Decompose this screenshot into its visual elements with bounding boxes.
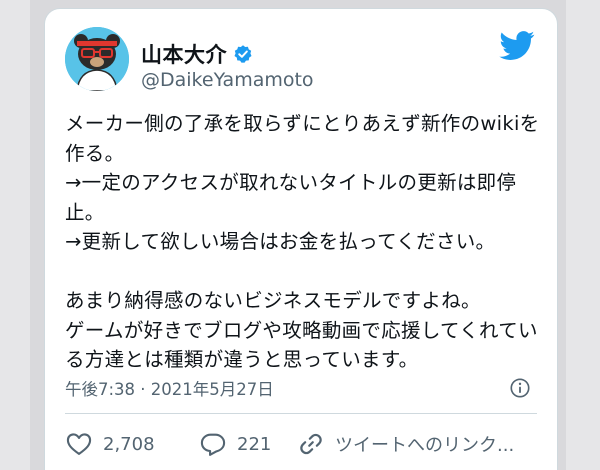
tweet-line (65, 257, 545, 287)
author-name-row[interactable]: 山本大介 (141, 39, 253, 69)
info-icon[interactable] (509, 377, 531, 399)
reply-button[interactable]: 221 (199, 430, 297, 458)
tweet-line: 作る。 (65, 141, 125, 165)
link-icon (300, 433, 322, 455)
tweet-text: メーカー側の了承を取らずにとりあえず新作のwikiを 作る。 →一定のアクセスが… (65, 109, 545, 375)
reply-count: 221 (237, 433, 272, 455)
tweet-line: あまり納得感のないビジネスモデルですよね。 (65, 289, 481, 312)
like-button[interactable]: 2,708 (65, 430, 199, 458)
divider (65, 413, 537, 414)
copy-link-button[interactable]: ツイートへのリンク... (297, 430, 514, 458)
tweet-line: る方達とは種類が違うと思っています。 (65, 348, 419, 371)
copy-link-label: ツイートへのリンク... (335, 435, 515, 456)
speech-bubble-icon (200, 433, 226, 456)
like-count: 2,708 (103, 433, 155, 455)
author-name[interactable]: 山本大介 (141, 39, 227, 69)
tweet-line: →更新して欲しい場合はお金を払ってください。 (65, 230, 496, 253)
tweet-line: メーカー側の了承を取らずにとりあえず新作のwikiを (65, 112, 540, 135)
verified-badge-icon (234, 45, 252, 63)
author-handle[interactable]: @DaikeYamamoto (141, 69, 314, 91)
tweet-line: ゲームが好きでブログや攻略動画で応援してくれてい (65, 318, 538, 342)
tweet-card[interactable]: 山本大介 @DaikeYamamoto メーカー側の了承を取らずにとりあえず新作… (44, 8, 558, 470)
tweet-timestamp[interactable]: 午後7:38 · 2021年5月27日 (65, 376, 274, 400)
tweet-line: 止。 (65, 200, 105, 224)
tweet-actions: 2,708 221 ツイートへのリンク... (65, 429, 545, 459)
heart-icon (66, 433, 92, 455)
twitter-bird-icon[interactable] (499, 31, 535, 61)
avatar[interactable] (65, 27, 129, 91)
tweet-line: →一定のアクセスが取れないタイトルの更新は即停 (65, 171, 517, 194)
